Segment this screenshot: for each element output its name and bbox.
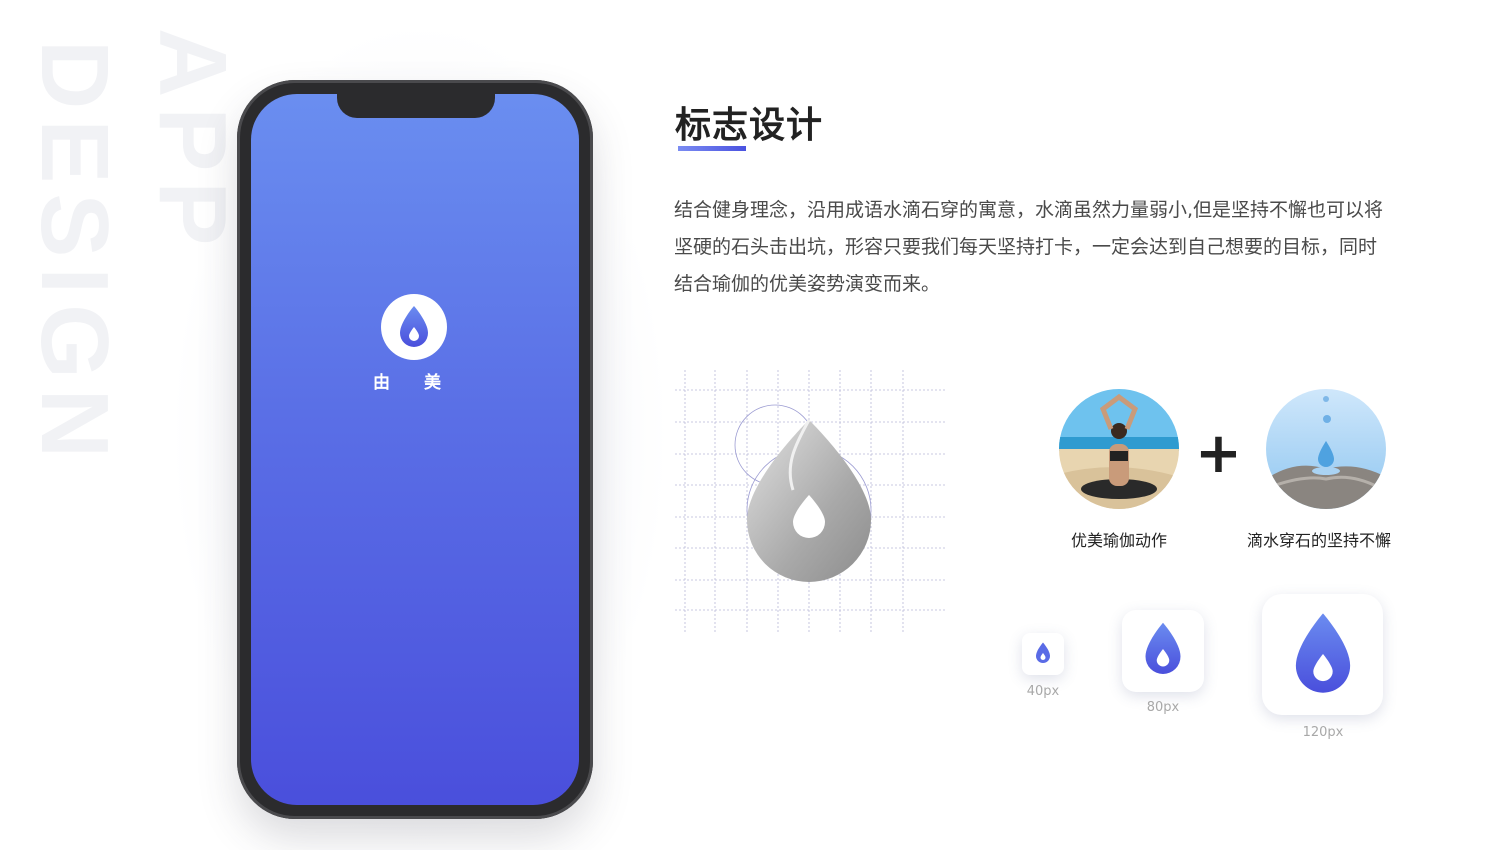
yoga-photo: [1059, 389, 1179, 509]
phone-mockup: 由 美: [237, 80, 593, 819]
app-name: 由 美: [373, 373, 455, 393]
icon-size-label-120: 120px: [1302, 725, 1344, 740]
plus-sign: +: [1195, 421, 1242, 486]
title-underline: [678, 146, 746, 151]
logo-construction-grid: [675, 370, 945, 632]
icon-size-label-80: 80px: [1146, 700, 1180, 715]
icon-size-label-40: 40px: [1026, 684, 1060, 699]
water-drop-stone-photo: [1266, 389, 1386, 509]
yoga-caption: 优美瑜伽动作: [1070, 531, 1167, 550]
icon-tile-120: [1262, 594, 1383, 715]
phone-screen: 由 美: [251, 94, 579, 805]
icon-tile-40: [1022, 633, 1064, 675]
icon-tile-80: [1122, 610, 1204, 692]
phone-notch: [337, 94, 495, 118]
logo-description: 结合健身理念，沿用成语水滴石穿的寓意，水滴虽然力量弱小,但是坚持不懈也可以将坚硬…: [674, 199, 1384, 295]
page-title: 标志设计: [675, 105, 824, 146]
app-logo-icon[interactable]: [381, 294, 447, 360]
background-word-design: DESIGN: [21, 40, 128, 469]
water-drop-caption: 滴水穿石的坚持不懈: [1246, 531, 1391, 550]
